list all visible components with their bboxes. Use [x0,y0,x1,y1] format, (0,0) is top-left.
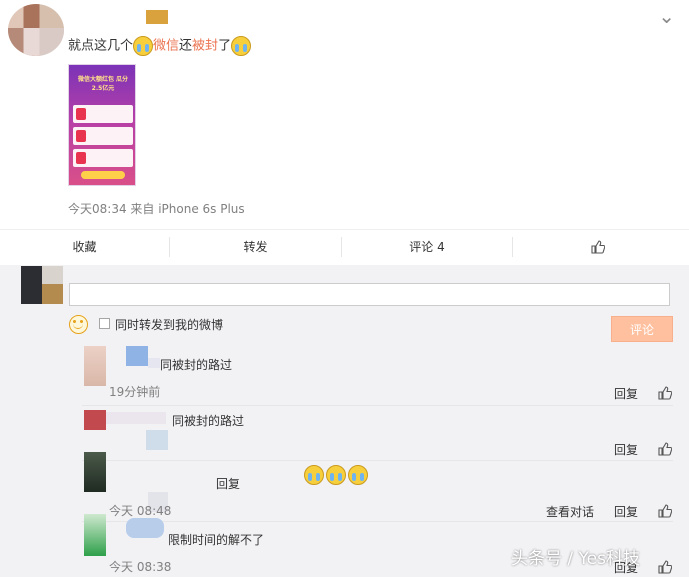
post-text-part: 还 [179,38,193,54]
image-card [73,127,133,145]
current-user-avatar[interactable] [21,266,63,304]
crying-face-icon [326,465,346,485]
thumbs-up-icon[interactable] [658,504,672,518]
crying-face-icon [133,36,154,56]
comment-button[interactable]: 评论 4 [342,230,512,266]
comment-time: 今天 08:48 [109,504,172,518]
repost-checkbox-label: 同时转发到我的微博 [115,318,224,332]
comment-separator [82,405,673,406]
crying-face-icon [231,36,252,56]
watermark: 头条号 / Yes科技 [511,549,640,569]
post-image-thumbnail[interactable]: 微信大额红包 瓜分2.5亿元 [68,64,136,186]
commenter-name-blurred[interactable] [106,412,166,424]
image-card [73,105,133,123]
comment-time: 今天 08:38 [109,560,172,574]
commenter-avatar[interactable] [84,346,106,386]
comment-separator [82,521,673,522]
crying-face-icon [304,465,324,485]
commenter-avatar[interactable] [84,514,106,556]
comment-text: 同被封的路过 [172,414,245,428]
image-banner-text: 微信大额红包 瓜分2.5亿元 [77,76,129,92]
favorite-button[interactable]: 收藏 [0,230,169,266]
chevron-down-icon[interactable]: ⌄ [658,4,675,28]
emoji-picker-icon[interactable] [69,315,88,334]
post-text: 就点这几个 微信还被封了 [68,36,252,57]
post-text-part: 了 [218,38,232,54]
topic-link-banned[interactable]: 被封 [192,39,218,54]
topic-link-wechat[interactable]: 微信 [153,39,179,54]
thumbs-up-icon[interactable] [658,442,672,456]
author-name-blurred[interactable] [146,10,168,24]
thumbs-up-icon [591,240,606,254]
comment-time: 19分钟前 [109,385,161,399]
comment-text: 限制时间的解不了 [168,533,265,547]
submit-comment-button[interactable]: 评论 [611,316,673,342]
commenter-name-blurred[interactable] [126,518,164,538]
crying-face-icon [348,465,368,485]
post-meta: 今天08:34 来自 iPhone 6s Plus [68,202,245,216]
thumbs-up-icon[interactable] [658,560,672,574]
author-avatar[interactable] [8,4,64,56]
like-button[interactable] [513,230,683,266]
commenter-avatar[interactable] [84,410,106,430]
thumbs-up-icon[interactable] [658,386,672,400]
commenter-name-blurred[interactable] [126,346,148,366]
comment-separator [82,460,673,461]
comment-text: 回复 [216,477,241,491]
commenter-avatar-blurred [146,430,168,450]
repost-checkbox[interactable] [99,318,110,329]
comment-input[interactable] [69,283,670,306]
repost-button[interactable]: 转发 [170,230,341,266]
post-action-bar: 收藏 转发 评论 4 [0,229,689,265]
reply-button[interactable]: 回复 [614,503,638,520]
view-conversation-link[interactable]: 查看对话 [546,503,594,520]
reply-button[interactable]: 回复 [614,385,638,402]
comment-text: 同被封的路过 [160,358,233,372]
reply-button[interactable]: 回复 [614,441,638,458]
commenter-avatar[interactable] [84,452,106,492]
commenter-name-blurred [148,358,160,368]
image-button [81,171,125,179]
image-card [73,149,133,167]
post-text-part: 就点这几个 [68,38,134,54]
